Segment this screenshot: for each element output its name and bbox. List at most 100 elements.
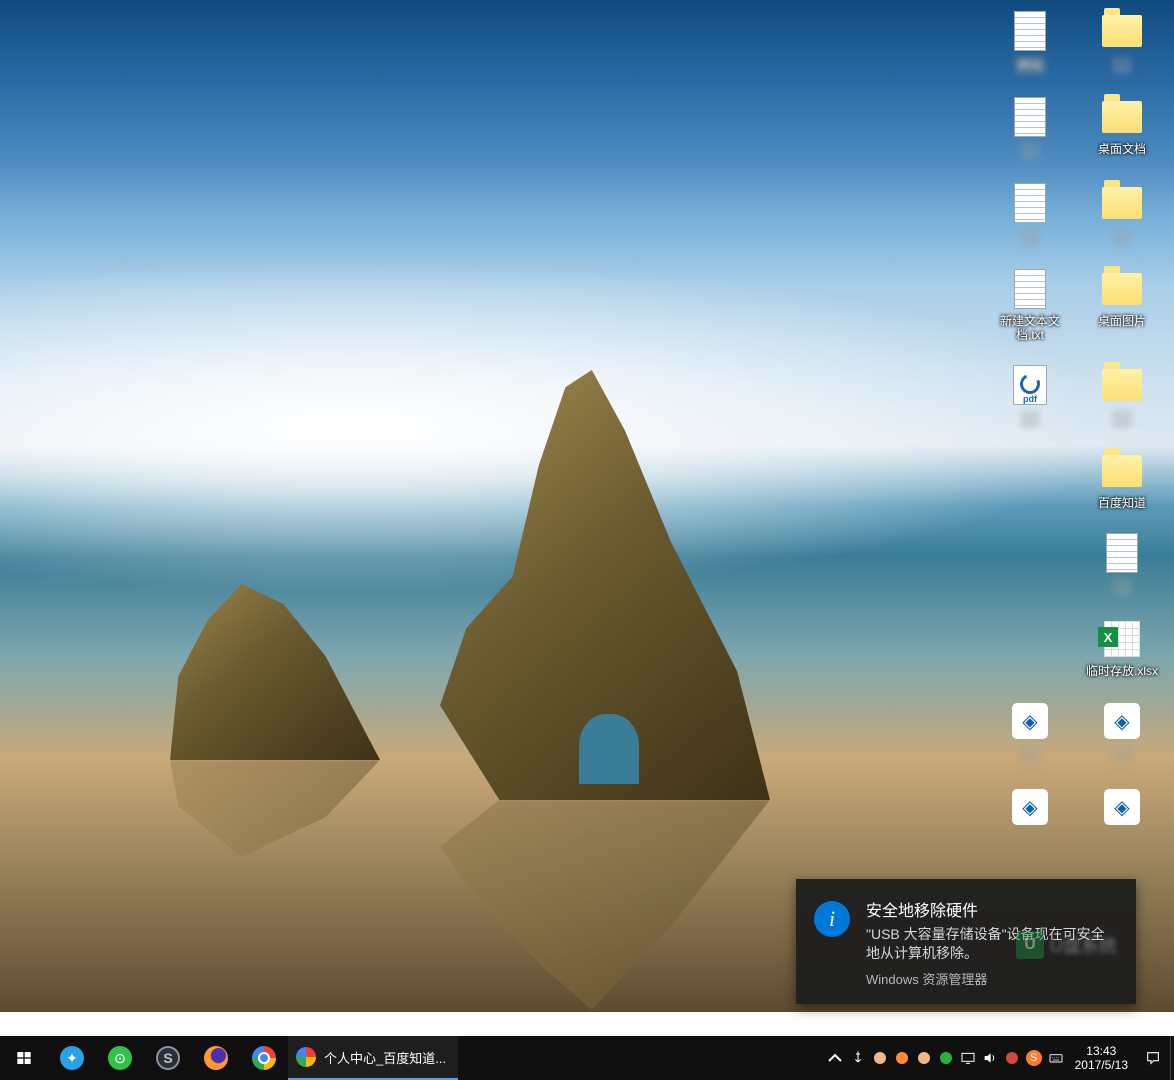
desktop-icon-label: 桌面图片	[1098, 314, 1146, 328]
desktop-icon-label: …	[1020, 228, 1040, 246]
desktop-icon[interactable]: ◈…	[994, 700, 1066, 764]
desktop-icon-label: 百度知道	[1098, 496, 1146, 510]
app-yunfan[interactable]: ✦	[48, 1036, 96, 1080]
folder-icon	[1102, 455, 1142, 487]
desktop-icon-label: 临时存放.xlsx	[1086, 664, 1158, 678]
desktop-icon-label: 桌面文档	[1098, 142, 1146, 156]
app-shortcut-icon: ◈	[1012, 789, 1048, 825]
app-chrome[interactable]	[240, 1036, 288, 1080]
folder-icon	[1102, 369, 1142, 401]
tray-volume-icon[interactable]	[979, 1036, 1001, 1080]
text-file-icon	[1014, 183, 1046, 223]
desktop-icon[interactable]: 新建文本文档.txt	[994, 268, 1066, 342]
desktop-icon[interactable]: …	[1086, 532, 1158, 596]
app-firefox[interactable]	[192, 1036, 240, 1080]
desktop-icon-label: …	[1020, 142, 1040, 160]
tray-monitor-icon[interactable]	[957, 1036, 979, 1080]
desktop-icon[interactable]: 临时存放.xlsx	[1086, 618, 1158, 678]
tray-bear2-icon[interactable]	[913, 1036, 935, 1080]
pdf-file-icon: pdf	[1013, 365, 1047, 405]
desktop-icon[interactable]: …	[1086, 182, 1158, 246]
folder-icon	[1102, 15, 1142, 47]
desktop-icon-label: …	[1112, 410, 1132, 428]
monitor-icon	[960, 1050, 976, 1066]
tray-app-icon	[918, 1052, 930, 1064]
clock-time: 13:43	[1075, 1044, 1128, 1058]
desktop-icon[interactable]: ◈…	[1086, 700, 1158, 764]
folder-icon	[1102, 187, 1142, 219]
firefox-icon	[204, 1046, 228, 1070]
volume-icon	[982, 1050, 998, 1066]
desktop-icon[interactable]: pdf…	[994, 364, 1066, 428]
taskbar-clock[interactable]: 13:43 2017/5/13	[1067, 1044, 1136, 1072]
wallpaper-reflection	[440, 800, 770, 1010]
desktop-icon[interactable]: 百度知道	[1086, 450, 1158, 510]
desktop-icon-label: …	[1112, 578, 1132, 596]
tray-close-icon[interactable]	[1001, 1036, 1023, 1080]
windows-logo-icon	[16, 1050, 32, 1066]
tray-app-icon	[1006, 1052, 1018, 1064]
notification-icon	[1145, 1050, 1161, 1066]
app-icon: ✦	[60, 1046, 84, 1070]
browser-icon: S	[156, 1046, 180, 1070]
desktop-icon[interactable]: …	[994, 96, 1066, 160]
folder-icon	[1102, 273, 1142, 305]
tray-green-icon[interactable]	[935, 1036, 957, 1080]
desktop-icon[interactable]: 网站	[994, 10, 1066, 74]
keyboard-icon	[1048, 1050, 1064, 1066]
tray-app-icon	[874, 1052, 886, 1064]
desktop-icon[interactable]: 桌面文档	[1086, 96, 1158, 160]
tray-orange-icon[interactable]	[891, 1036, 913, 1080]
app-shortcut-icon: ◈	[1104, 703, 1140, 739]
taskbar: ✦ ⊙ S 个人中心_百度知道... S 13:43 2017/5/13	[0, 1036, 1174, 1080]
tray-app-icon: S	[1026, 1050, 1042, 1066]
tray-bear1-icon[interactable]	[869, 1036, 891, 1080]
app-icon: ⊙	[108, 1046, 132, 1070]
desktop-icons-area: 网站……桌面文档……新建文本文档.txt桌面图片pdf……百度知道…临时存放.x…	[984, 6, 1170, 850]
text-file-icon	[1014, 269, 1046, 309]
desktop-icon[interactable]: ◈	[1086, 786, 1158, 832]
chevron-up-icon	[823, 1046, 847, 1070]
desktop-icon-label: 新建文本文档.txt	[994, 314, 1066, 342]
folder-icon	[1102, 101, 1142, 133]
info-icon: i	[814, 901, 850, 937]
chrome-icon	[252, 1046, 276, 1070]
wallpaper-rock-large	[440, 370, 770, 800]
desktop-icon[interactable]: ◈	[994, 786, 1066, 832]
tray-app-icon	[940, 1052, 952, 1064]
app-shortcut-icon: ◈	[1104, 789, 1140, 825]
app-shortcut-icon: ◈	[1012, 703, 1048, 739]
app-sogou[interactable]: S	[144, 1036, 192, 1080]
desktop-icon[interactable]: 桌面图片	[1086, 268, 1158, 342]
desktop-icon[interactable]: …	[1086, 10, 1158, 74]
desktop[interactable]: 网站……桌面文档……新建文本文档.txt桌面图片pdf……百度知道…临时存放.x…	[0, 0, 1174, 1012]
show-desktop-button[interactable]	[1170, 1036, 1174, 1080]
toast-source: Windows 资源管理器	[866, 969, 1116, 988]
tray-usb-icon[interactable]	[847, 1036, 869, 1080]
start-button[interactable]	[0, 1036, 48, 1080]
desktop-icon[interactable]: …	[994, 182, 1066, 246]
toast-title: 安全地移除硬件	[866, 897, 1116, 921]
text-file-icon	[1014, 11, 1046, 51]
tray-sogou-icon[interactable]: S	[1023, 1036, 1045, 1080]
site-watermark: UU盘系统	[1016, 928, 1166, 962]
app-360[interactable]: ⊙	[96, 1036, 144, 1080]
desktop-icon-label: …	[1112, 228, 1132, 246]
wallpaper-rock-small	[170, 560, 380, 760]
task-title: 个人中心_百度知道...	[324, 1048, 446, 1067]
desktop-icon-label: …	[1112, 56, 1132, 74]
taskbar-task-chrome[interactable]: 个人中心_百度知道...	[288, 1036, 458, 1080]
excel-file-icon	[1104, 621, 1140, 657]
tray-app-icon	[896, 1052, 908, 1064]
usb-icon	[850, 1050, 866, 1066]
action-center-button[interactable]	[1136, 1036, 1170, 1080]
tray-overflow-button[interactable]	[823, 1036, 847, 1080]
desktop-icon[interactable]: …	[1086, 364, 1158, 428]
text-file-icon	[1014, 97, 1046, 137]
desktop-icon-label: …	[1020, 746, 1040, 764]
desktop-icon-label: …	[1112, 746, 1132, 764]
text-file-icon	[1106, 533, 1138, 573]
tray-keyboard-icon[interactable]	[1045, 1036, 1067, 1080]
desktop-icon-label: 网站	[1014, 56, 1046, 74]
clock-date: 2017/5/13	[1075, 1058, 1128, 1072]
